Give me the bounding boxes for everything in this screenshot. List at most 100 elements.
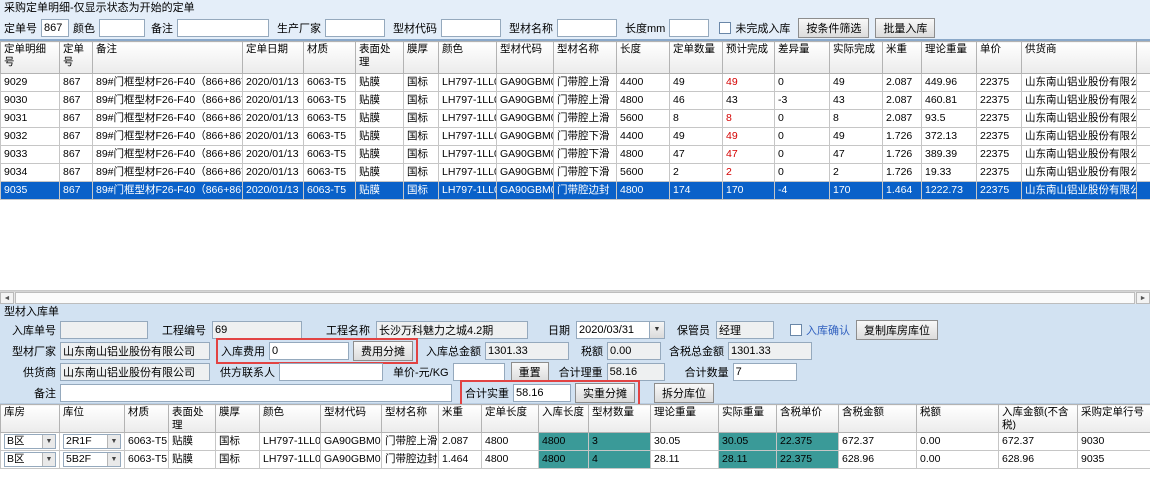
filter-button[interactable]: 按条件筛选 xyxy=(798,18,869,38)
theory-weight-input[interactable] xyxy=(607,363,665,381)
scroll-left-icon[interactable]: ◄ xyxy=(0,292,14,304)
column-header[interactable]: 采购定单行号 xyxy=(1078,405,1150,433)
split-location-button[interactable]: 拆分库位 xyxy=(654,383,714,403)
total-qty-input[interactable] xyxy=(733,363,797,381)
remark-input[interactable] xyxy=(60,384,452,402)
date-picker[interactable]: ▼ xyxy=(576,321,665,339)
unfinished-checkbox[interactable] xyxy=(719,22,731,34)
column-header[interactable]: 备注 xyxy=(93,42,243,74)
order-no-input[interactable] xyxy=(41,19,69,37)
column-header[interactable]: 材质 xyxy=(304,42,356,74)
location-select[interactable]: 5B2F▼ xyxy=(63,452,121,467)
column-header[interactable]: 型材数量 xyxy=(589,405,651,433)
inbound-row[interactable]: B区▼5B2F▼6063-T5贴膜国标LH797-1LL0GA90GBM05门带… xyxy=(1,451,1150,469)
reset-button[interactable]: 重置 xyxy=(511,362,549,382)
confirm-checkbox[interactable] xyxy=(790,324,802,336)
column-header[interactable]: 预计完成 xyxy=(723,42,775,74)
inbound-no-input[interactable] xyxy=(60,321,148,339)
profile-name-filter-input[interactable] xyxy=(557,19,617,37)
cell: 国标 xyxy=(404,110,439,128)
column-header[interactable]: 定单明细号 xyxy=(1,42,60,74)
order-row-9034[interactable]: 903486789#门框型材F26-F40（866+867）2020/01/13… xyxy=(1,164,1150,182)
column-header[interactable]: 单价 xyxy=(977,42,1022,74)
actual-weight-input[interactable] xyxy=(513,384,571,402)
order-row-9029[interactable]: 902986789#门框型材F26-F40（866+867）2020/01/13… xyxy=(1,74,1150,92)
column-header[interactable]: 定单长度 xyxy=(482,405,539,433)
column-header[interactable]: 颜色 xyxy=(260,405,321,433)
order-row-9033[interactable]: 903386789#门框型材F26-F40（866+867）2020/01/13… xyxy=(1,146,1150,164)
column-header[interactable]: 供货商 xyxy=(1022,42,1137,74)
column-header[interactable]: 含税金额 xyxy=(839,405,917,433)
column-header[interactable]: 米重 xyxy=(439,405,482,433)
fee-share-button[interactable]: 费用分摊 xyxy=(353,341,413,361)
column-header[interactable]: 理论重量 xyxy=(651,405,719,433)
column-header[interactable]: 长度 xyxy=(617,42,670,74)
column-header[interactable]: 表面处理 xyxy=(169,405,216,433)
tax-input[interactable] xyxy=(607,342,661,360)
weight-share-button[interactable]: 实重分摊 xyxy=(575,383,635,403)
column-header[interactable]: 入库金额(不含税) xyxy=(999,405,1078,433)
column-header[interactable]: 入库长度 xyxy=(539,405,589,433)
tax-total-input[interactable] xyxy=(728,342,812,360)
column-header[interactable]: 库位 xyxy=(60,405,125,433)
warehouse-select[interactable]: B区▼ xyxy=(4,434,56,449)
manufacturer-filter-input[interactable] xyxy=(325,19,385,37)
calendar-dropdown-icon[interactable]: ▼ xyxy=(650,321,665,339)
inbound-row[interactable]: B区▼2R1F▼6063-T5贴膜国标LH797-1LL0GA90GBM03门带… xyxy=(1,433,1150,451)
warehouse-select[interactable]: B区▼ xyxy=(4,452,56,467)
column-header[interactable]: 型材代码 xyxy=(321,405,382,433)
location-select[interactable]: 2R1F▼ xyxy=(63,434,121,449)
column-header[interactable]: 膜厚 xyxy=(404,42,439,74)
project-name-input[interactable] xyxy=(376,321,528,339)
cell: LH797-1LL0 xyxy=(439,92,497,110)
column-header[interactable]: 理论重量 xyxy=(922,42,977,74)
order-grid-hscrollbar[interactable]: ◄ ► xyxy=(0,291,1150,304)
column-header[interactable]: 差异量 xyxy=(775,42,830,74)
cell: 460.81 xyxy=(922,92,977,110)
order-row-9031[interactable]: 903186789#门框型材F26-F40（866+867）2020/01/13… xyxy=(1,110,1150,128)
factory-input[interactable] xyxy=(60,342,210,360)
column-header[interactable]: 型材名称 xyxy=(382,405,439,433)
order-row-9035[interactable]: 903586789#门框型材F26-F40（866+867）2020/01/13… xyxy=(1,182,1150,200)
project-no-input[interactable] xyxy=(212,321,302,339)
cell xyxy=(1137,182,1150,200)
copy-warehouse-button[interactable]: 复制库房库位 xyxy=(856,320,938,340)
column-header[interactable]: 材质 xyxy=(125,405,169,433)
color-filter-input[interactable] xyxy=(99,19,145,37)
column-header[interactable]: 实际完成 xyxy=(830,42,883,74)
unit-price-input[interactable] xyxy=(453,363,505,381)
order-row-9030[interactable]: 903086789#门框型材F26-F40（866+867）2020/01/13… xyxy=(1,92,1150,110)
total-amount-input[interactable] xyxy=(485,342,569,360)
column-header[interactable]: 含税单价 xyxy=(777,405,839,433)
column-header[interactable]: 定单数量 xyxy=(670,42,723,74)
length-filter-input[interactable] xyxy=(669,19,709,37)
column-header[interactable] xyxy=(1137,42,1150,74)
column-header[interactable]: 型材名称 xyxy=(554,42,617,74)
date-input[interactable] xyxy=(576,321,650,339)
column-header[interactable]: 表面处理 xyxy=(356,42,404,74)
scroll-right-icon[interactable]: ► xyxy=(1136,292,1150,304)
supplier-input[interactable] xyxy=(60,363,210,381)
keeper-input[interactable] xyxy=(716,321,774,339)
column-header[interactable]: 实际重量 xyxy=(719,405,777,433)
remark-filter-input[interactable] xyxy=(177,19,269,37)
cell: 46 xyxy=(670,92,723,110)
cell: 0 xyxy=(775,74,830,92)
order-row-9032[interactable]: 903286789#门框型材F26-F40（866+867）2020/01/13… xyxy=(1,128,1150,146)
actual-weight-annotation-box: 合计实重 实重分摊 xyxy=(460,380,640,406)
profile-code-filter-input[interactable] xyxy=(441,19,501,37)
fee-input[interactable] xyxy=(269,342,349,360)
cell: 贴膜 xyxy=(356,92,404,110)
project-no-label: 工程编号 xyxy=(162,322,206,338)
column-header[interactable]: 定单日期 xyxy=(243,42,304,74)
column-header[interactable]: 米重 xyxy=(883,42,922,74)
column-header[interactable]: 膜厚 xyxy=(216,405,260,433)
column-header[interactable]: 颜色 xyxy=(439,42,497,74)
column-header[interactable]: 定单号 xyxy=(60,42,93,74)
column-header[interactable]: 型材代码 xyxy=(497,42,554,74)
batch-inbound-button[interactable]: 批量入库 xyxy=(875,18,935,38)
contact-input[interactable] xyxy=(279,363,383,381)
scrollbar-thumb[interactable] xyxy=(15,292,1135,304)
column-header[interactable]: 库房 xyxy=(1,405,60,433)
column-header[interactable]: 税额 xyxy=(917,405,999,433)
